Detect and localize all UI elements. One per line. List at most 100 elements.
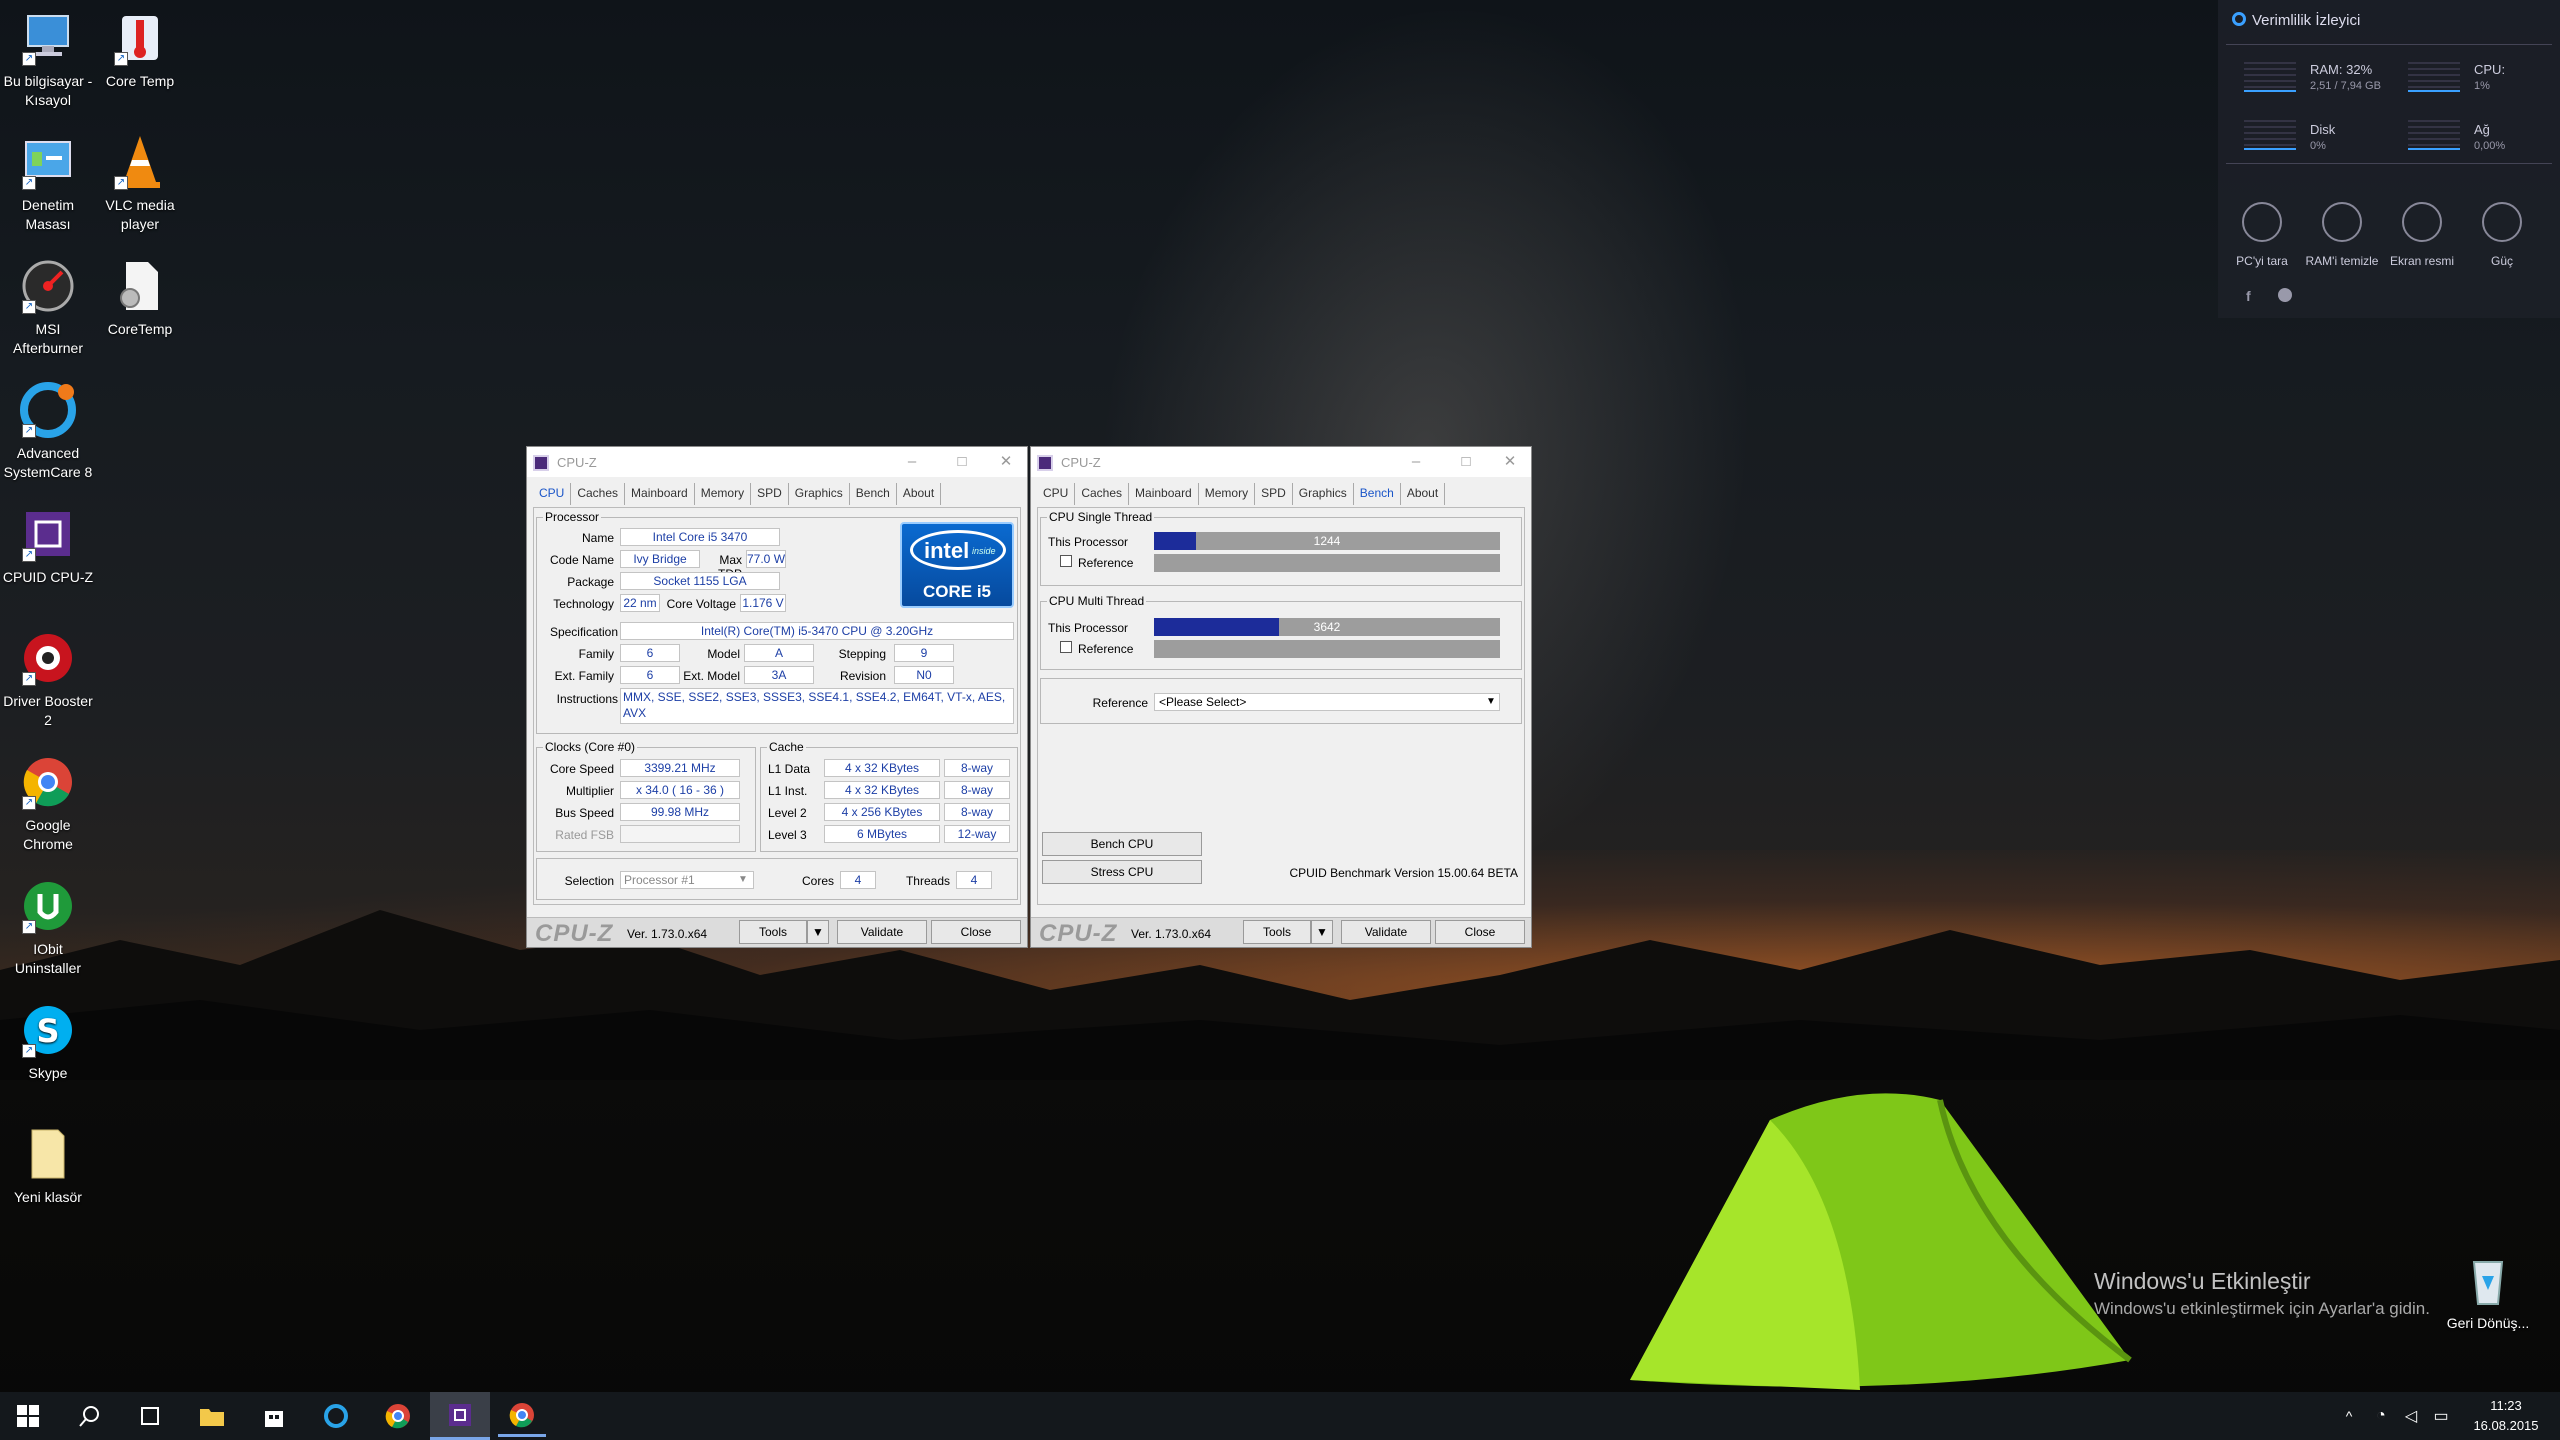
widget-title: Verimlilik İzleyici	[2252, 12, 2361, 29]
close-window-button[interactable]: ✕	[1495, 451, 1525, 473]
desktop-icon-skype[interactable]: S ↗ Skype	[0, 1000, 96, 1083]
stress-cpu-button[interactable]: Stress CPU	[1042, 860, 1202, 884]
store-icon[interactable]	[250, 1398, 298, 1434]
chevron-up-icon[interactable]: ^	[2336, 1398, 2362, 1434]
tab-spd[interactable]: SPD	[1255, 483, 1293, 505]
close-button[interactable]: Close	[931, 920, 1021, 944]
screenshot-icon[interactable]	[2402, 202, 2442, 242]
systemcare-taskbar-icon[interactable]	[312, 1398, 360, 1434]
tab-mainboard[interactable]: Mainboard	[1129, 483, 1199, 505]
clock-time: 11:23	[2490, 1398, 2522, 1413]
tab-about[interactable]: About	[1401, 483, 1446, 505]
clean-ram-label[interactable]: RAM'i temizle	[2302, 254, 2382, 268]
tab-cpu[interactable]: CPU	[1037, 483, 1076, 505]
tab-spd[interactable]: SPD	[751, 483, 789, 505]
ram-clean-icon[interactable]	[2322, 202, 2362, 242]
tab-cpu[interactable]: CPU	[533, 483, 572, 505]
help-icon[interactable]	[2278, 288, 2292, 302]
minimize-button[interactable]: –	[897, 451, 927, 473]
reference-checkbox[interactable]	[1060, 641, 1072, 653]
chevron-down-icon[interactable]: ▼	[1486, 696, 1496, 707]
power-label[interactable]: Güç	[2462, 254, 2542, 268]
desktop-icon-vlc[interactable]: ↗ VLC media player	[92, 132, 188, 234]
tab-memory[interactable]: Memory	[1199, 483, 1256, 505]
validate-button[interactable]: Validate	[1341, 920, 1431, 944]
bench-cpu-button[interactable]: Bench CPU	[1042, 832, 1202, 856]
tab-caches[interactable]: Caches	[1075, 483, 1130, 505]
clock[interactable]: 11:23 16.08.2015	[2466, 1396, 2546, 1436]
desktop-icon-recycle-bin[interactable]: Geri Dönüş...	[2440, 1250, 2536, 1333]
cpuz-window-cpu[interactable]: CPU-Z – □ ✕ CPU Caches Mainboard Memory …	[526, 446, 1028, 948]
desktop-icon-msi-afterburner[interactable]: ↗ MSI Afterburner	[0, 256, 96, 358]
skype-icon: S ↗	[18, 1000, 78, 1060]
version-label: Ver. 1.73.0.x64	[627, 927, 708, 941]
close-button[interactable]: Close	[1435, 920, 1525, 944]
reference-checkbox[interactable]	[1060, 555, 1072, 567]
wifi-icon[interactable]: ◔	[2368, 1398, 2394, 1434]
desktop-icon-new-folder[interactable]: Yeni klasör	[0, 1124, 96, 1207]
desktop-icon-iobit-uninstaller[interactable]: ↗ IObit Uninstaller	[0, 876, 96, 978]
scan-pc-label[interactable]: PC'yi tara	[2222, 254, 2302, 268]
screenshot-label[interactable]: Ekran resmi	[2382, 254, 2462, 268]
file-explorer-icon[interactable]	[188, 1398, 236, 1434]
tab-about[interactable]: About	[897, 483, 942, 505]
titlebar[interactable]: CPU-Z – □ ✕	[1031, 447, 1531, 477]
cpuz-window-bench[interactable]: CPU-Z – □ ✕ CPU Caches Mainboard Memory …	[1030, 446, 1532, 948]
folder-icon	[18, 1124, 78, 1184]
technology: 22 nm	[620, 594, 660, 612]
desktop-icon-core-temp[interactable]: ↗ Core Temp	[92, 8, 188, 91]
desktop-icon-coretemp[interactable]: CoreTemp	[92, 256, 188, 339]
label: Model	[707, 647, 740, 661]
search-icon[interactable]	[66, 1398, 114, 1434]
bus-speed: 99.98 MHz	[620, 803, 740, 821]
reference-select[interactable]: <Please Select>	[1154, 693, 1500, 711]
task-view-icon[interactable]	[126, 1398, 174, 1434]
control-panel-icon: ↗	[18, 132, 78, 192]
recycle-bin-icon	[2458, 1250, 2518, 1310]
tools-button[interactable]: Tools	[739, 920, 807, 944]
titlebar[interactable]: CPU-Z – □ ✕	[527, 447, 1027, 477]
tools-button[interactable]: Tools	[1243, 920, 1311, 944]
icon-label: CPUID CPU-Z	[2, 569, 94, 585]
desktop-icon-advanced-systemcare[interactable]: ↗ Advanced SystemCare 8	[0, 380, 96, 482]
tools-dropdown-icon[interactable]: ▼	[1311, 920, 1333, 944]
volume-icon[interactable]: ◁	[2398, 1398, 2424, 1434]
chevron-down-icon[interactable]: ▼	[738, 874, 748, 885]
start-button[interactable]	[4, 1398, 52, 1434]
close-window-button[interactable]: ✕	[991, 451, 1021, 473]
icon-label: Yeni klasör	[14, 1189, 82, 1205]
maximize-button[interactable]: □	[1451, 451, 1481, 473]
tools-dropdown-icon[interactable]: ▼	[807, 920, 829, 944]
scan-icon[interactable]	[2242, 202, 2282, 242]
cpuz-taskbar-icon[interactable]	[430, 1392, 490, 1440]
tab-bench[interactable]: Bench	[1354, 483, 1401, 505]
cpuz-logo: CPU-Z	[1039, 920, 1118, 947]
specification: Intel(R) Core(TM) i5-3470 CPU @ 3.20GHz	[620, 622, 1014, 640]
desktop-icon-cpuz[interactable]: ↗ CPUID CPU-Z	[0, 504, 96, 587]
label: Code Name	[549, 553, 614, 567]
disk-label: Disk	[2310, 122, 2336, 137]
power-icon[interactable]	[2482, 202, 2522, 242]
desktop-icon-this-pc[interactable]: ↗ Bu bilgisayar - Kısayol	[0, 8, 96, 110]
processor-select[interactable]: Processor #1	[620, 871, 754, 889]
chrome-taskbar-icon[interactable]	[374, 1398, 422, 1434]
tab-memory[interactable]: Memory	[695, 483, 752, 505]
facebook-icon[interactable]: f	[2246, 288, 2251, 304]
desktop-icon-chrome[interactable]: ↗ Google Chrome	[0, 752, 96, 854]
tab-mainboard[interactable]: Mainboard	[625, 483, 695, 505]
validate-button[interactable]: Validate	[837, 920, 927, 944]
icon-label: VLC media player	[105, 197, 175, 232]
chrome-running-icon[interactable]	[498, 1395, 546, 1437]
notifications-icon[interactable]: ▭	[2428, 1398, 2454, 1434]
tab-graphics[interactable]: Graphics	[1293, 483, 1354, 505]
tab-graphics[interactable]: Graphics	[789, 483, 850, 505]
maximize-button[interactable]: □	[947, 451, 977, 473]
minimize-button[interactable]: –	[1401, 451, 1431, 473]
desktop-icon-driver-booster[interactable]: ↗ Driver Booster 2	[0, 628, 96, 730]
performance-monitor-widget[interactable]: Verimlilik İzleyici RAM: 32% 2,51 / 7,94…	[2218, 0, 2560, 318]
level3-way: 12-way	[944, 825, 1010, 843]
tab-caches[interactable]: Caches	[571, 483, 626, 505]
single-thread-score: 1244	[1313, 534, 1341, 548]
tab-bench[interactable]: Bench	[850, 483, 897, 505]
desktop-icon-control-panel[interactable]: ↗ Denetim Masası	[0, 132, 96, 234]
